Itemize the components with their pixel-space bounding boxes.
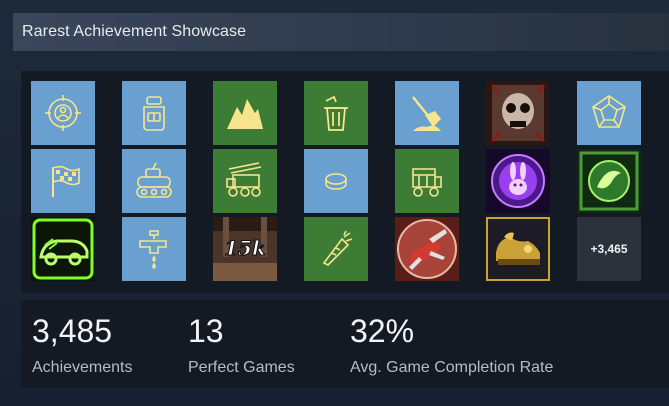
achievement-tile[interactable]: [31, 217, 95, 281]
faucet-icon: [139, 230, 167, 269]
stat-achievements[interactable]: 3,485 Achievements: [32, 314, 133, 377]
showcase-panel: Rarest Achievement Showcase 15k +3,465 3…: [0, 0, 669, 406]
target-person-icon: [45, 95, 81, 131]
stat-completion-rate: 32% Avg. Game Completion Rate: [350, 314, 553, 377]
green-glyph-icon: [577, 149, 641, 213]
tank-icon: [136, 162, 172, 198]
stat-label: Perfect Games: [188, 359, 295, 376]
achievement-tile[interactable]: [122, 149, 186, 213]
showcase-title: Rarest Achievement Showcase: [22, 23, 247, 40]
showcase-header: Rarest Achievement Showcase: [13, 13, 669, 51]
skull-art-icon: [486, 81, 550, 145]
more-achievements-button[interactable]: +3,465: [577, 217, 641, 281]
stat-value: 13: [188, 313, 224, 349]
dodecahedron-icon: [592, 95, 626, 128]
achievement-tile[interactable]: [304, 149, 368, 213]
achievement-tile[interactable]: [486, 217, 550, 281]
achievement-tile[interactable]: [213, 81, 277, 145]
achievement-tile[interactable]: [395, 81, 459, 145]
achievement-tile[interactable]: [486, 81, 550, 145]
achievement-tile[interactable]: [31, 149, 95, 213]
stat-label: Achievements: [32, 359, 133, 376]
achievement-tile[interactable]: [304, 81, 368, 145]
achievement-tile[interactable]: [577, 149, 641, 213]
purple-rabbit-icon: [486, 149, 550, 213]
stat-label: Avg. Game Completion Rate: [350, 359, 554, 376]
achievement-tile[interactable]: [122, 217, 186, 281]
achievement-tile[interactable]: [304, 217, 368, 281]
achievement-tile[interactable]: [577, 81, 641, 145]
mountains-icon: [227, 99, 263, 129]
achievement-tile[interactable]: [31, 81, 95, 145]
achievement-tile[interactable]: [122, 81, 186, 145]
checkered-flag-icon: [52, 165, 80, 197]
swiss-knife-icon: [395, 217, 459, 281]
achievement-tile[interactable]: [213, 149, 277, 213]
achievement-grid: 15k +3,465: [21, 71, 669, 293]
coin-icon: [325, 173, 347, 190]
15k-badge-icon: 15k: [213, 217, 277, 281]
backpack-icon: [143, 96, 165, 131]
carrot-icon: [322, 230, 353, 266]
neon-car-icon: [31, 217, 95, 281]
achievement-tile[interactable]: [486, 149, 550, 213]
stat-perfect-games[interactable]: 13 Perfect Games: [188, 314, 295, 377]
svg-text:15k: 15k: [224, 236, 266, 260]
achievement-tile[interactable]: 15k: [213, 217, 277, 281]
more-achievements-count: +3,465: [590, 242, 628, 256]
artillery-truck-icon: [226, 162, 262, 197]
trash-bin-icon: [324, 95, 348, 131]
stat-value: 3,485: [32, 313, 113, 349]
shovel-icon: [412, 96, 441, 131]
achievement-tile[interactable]: [395, 217, 459, 281]
stat-value: 32%: [350, 313, 415, 349]
achievement-tile[interactable]: [395, 149, 459, 213]
stats-box: 3,485 Achievements 13 Perfect Games 32% …: [21, 300, 669, 388]
gold-shoe-icon: [488, 219, 548, 279]
wagon-icon: [412, 168, 442, 197]
